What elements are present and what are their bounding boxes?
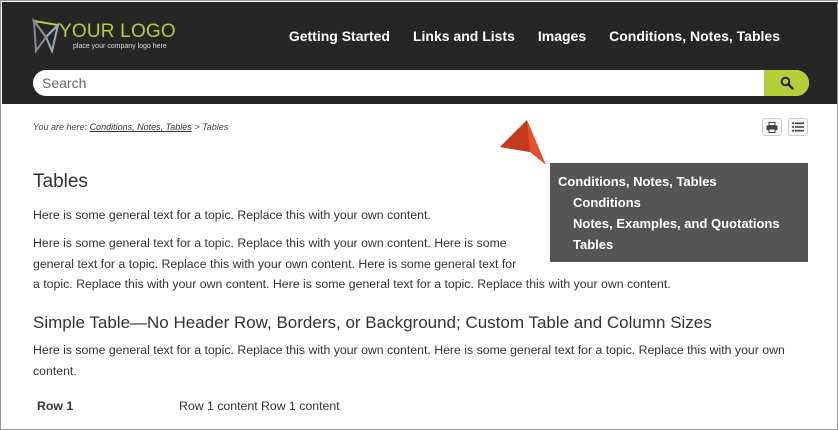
- header: YOUR LOGO place your company logo here G…: [2, 2, 837, 104]
- toc-item-notes[interactable]: Notes, Examples, and Quotations: [558, 213, 808, 234]
- search-icon: [780, 76, 794, 90]
- list-icon: [792, 122, 804, 132]
- search-input[interactable]: [33, 70, 763, 96]
- print-button[interactable]: [762, 118, 782, 136]
- print-icon: [766, 121, 778, 133]
- paragraph-1: Here is some general text for a topic. R…: [33, 208, 431, 222]
- breadcrumb-separator: >: [194, 122, 200, 132]
- breadcrumb: You are here: Conditions, Notes, Tables …: [33, 122, 228, 132]
- logo-subtitle: place your company logo here: [73, 43, 167, 50]
- nav-images[interactable]: Images: [538, 28, 586, 44]
- breadcrumb-link[interactable]: Conditions, Notes, Tables: [90, 122, 192, 132]
- logo[interactable]: YOUR LOGO place your company logo here: [32, 17, 182, 57]
- logo-icon: [32, 17, 61, 55]
- nav-conditions-notes-tables[interactable]: Conditions, Notes, Tables: [609, 28, 780, 44]
- nav-links-and-lists[interactable]: Links and Lists: [413, 28, 515, 44]
- breadcrumb-current: Tables: [202, 122, 229, 132]
- pointer-arrow-icon: [500, 120, 546, 165]
- paragraph-2-part-a: Here is some general text for a topic. R…: [33, 236, 517, 271]
- paragraph-2: Here is some general text for a topic. R…: [33, 233, 713, 295]
- toc-button[interactable]: [788, 118, 808, 136]
- table-cell: Row 1 content Row 1 content: [179, 399, 340, 413]
- breadcrumb-prefix: You are here:: [33, 122, 88, 132]
- nav-getting-started[interactable]: Getting Started: [289, 28, 390, 44]
- section-heading: Simple Table—No Header Row, Borders, or …: [33, 313, 712, 332]
- logo-title: YOUR LOGO: [59, 21, 176, 42]
- search-bar: [33, 70, 809, 96]
- table-row-head: Row 1: [37, 399, 74, 413]
- top-navigation: Getting Started Links and Lists Images C…: [289, 28, 780, 44]
- paragraph-3: Here is some general text for a topic. R…: [33, 343, 785, 378]
- page-title: Tables: [33, 171, 88, 192]
- toc-item-conditions[interactable]: Conditions: [558, 192, 808, 213]
- toc-parent-link[interactable]: Conditions, Notes, Tables: [558, 171, 808, 192]
- paragraph-2-part-b: a topic. Replace this with your own cont…: [33, 277, 671, 291]
- page-frame: YOUR LOGO place your company logo here G…: [0, 0, 838, 430]
- search-button[interactable]: [764, 70, 809, 96]
